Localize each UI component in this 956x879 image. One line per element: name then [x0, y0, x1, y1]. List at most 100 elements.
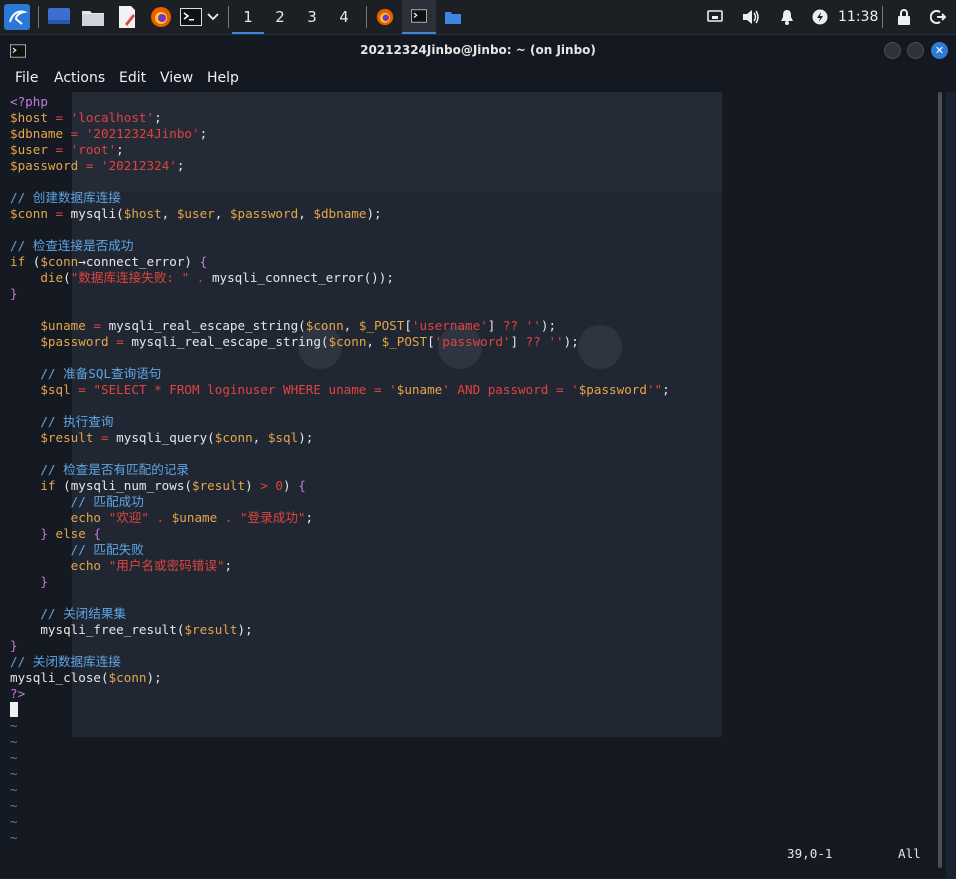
- code-token: $conn: [40, 254, 79, 269]
- scrollbar[interactable]: [936, 92, 944, 872]
- code-token: ??: [525, 334, 541, 349]
- taskbar-separator: [228, 6, 229, 28]
- code-token: ' AND password = ': [442, 382, 579, 397]
- code-token: '': [548, 334, 564, 349]
- taskbar: 1 2 3 4 11:38: [0, 0, 956, 35]
- code-token: '20212324': [101, 158, 177, 173]
- code-token: (: [55, 478, 71, 493]
- code-token: "数据库连接失败: ": [70, 270, 190, 285]
- text-editor-icon[interactable]: [115, 5, 139, 29]
- code-token: );: [563, 334, 579, 349]
- code-token: ): [283, 478, 299, 493]
- power-manager-icon[interactable]: [808, 5, 832, 29]
- code-token: $uname: [40, 318, 86, 333]
- code-line: $result = mysqli_query($conn, $sql);: [10, 430, 670, 446]
- menu-actions[interactable]: Actions: [54, 66, 105, 92]
- code-token: echo: [70, 510, 102, 525]
- firefox-window-icon[interactable]: [373, 5, 397, 29]
- code-token: →connect_error): [78, 254, 200, 269]
- code-token: ??: [502, 318, 519, 333]
- taskbar-separator: [882, 6, 883, 28]
- empty-buffer-line: ~: [10, 798, 18, 813]
- notifications-bell-icon[interactable]: [775, 5, 799, 29]
- code-token: $password: [10, 158, 79, 173]
- code-token: $conn: [305, 318, 344, 333]
- code-token: mysqli_real_escape_string(: [108, 318, 306, 333]
- code-line: }: [10, 286, 670, 302]
- code-token: ,: [252, 430, 268, 445]
- code-token: .: [189, 270, 212, 285]
- menu-edit[interactable]: Edit: [119, 66, 146, 92]
- code-line: // 关闭数据库连接: [10, 654, 670, 670]
- empty-buffer-line: ~: [10, 750, 18, 765]
- code-token: }: [10, 286, 18, 301]
- code-line: $host = 'localhost';: [10, 110, 670, 126]
- code-token: 'username': [411, 318, 488, 333]
- terminal-window-icon[interactable]: [402, 0, 436, 34]
- taskbar-separator: [38, 6, 39, 28]
- code-token: $conn: [108, 670, 147, 685]
- network-icon[interactable]: [703, 5, 727, 29]
- close-button[interactable]: ✕: [931, 42, 948, 59]
- text-cursor: [10, 702, 18, 717]
- empty-buffer-line: ~: [10, 814, 18, 829]
- scrollbar-thumb[interactable]: [938, 92, 942, 868]
- code-token: ;: [176, 158, 185, 173]
- vim-buffer[interactable]: <?php $host = 'localhost'; $dbname = '2021…: [10, 94, 670, 846]
- code-token: );: [237, 622, 253, 637]
- code-token: =: [78, 158, 101, 173]
- code-token: $password: [578, 382, 647, 397]
- menu-help[interactable]: Help: [207, 66, 239, 92]
- window-titlebar[interactable]: 20212324Jinbo@Jinbo: ~ (on Jinbo) ✕: [0, 35, 956, 66]
- code-line: // 创建数据库连接: [10, 190, 670, 206]
- code-token: =: [47, 206, 71, 221]
- code-token: =: [70, 382, 94, 397]
- lock-screen-icon[interactable]: [892, 5, 916, 29]
- maximize-button[interactable]: [907, 42, 924, 59]
- terminal-launcher-icon[interactable]: [180, 5, 202, 29]
- workspace-1[interactable]: 1: [232, 0, 264, 34]
- minimize-button[interactable]: [884, 42, 901, 59]
- code-token: mysqli(: [70, 206, 124, 221]
- code-token: // 准备SQL查询语句: [40, 366, 162, 381]
- folder-window-icon[interactable]: [441, 5, 465, 29]
- workspace-4[interactable]: 4: [328, 0, 360, 34]
- code-token: ;: [224, 558, 233, 573]
- clock[interactable]: 11:38: [838, 0, 878, 34]
- firefox-icon[interactable]: [149, 5, 173, 29]
- menu-view[interactable]: View: [160, 66, 193, 92]
- terminal-viewport[interactable]: <?php $host = 'localhost'; $dbname = '2021…: [0, 92, 946, 878]
- code-token: $_POST: [358, 318, 405, 333]
- logout-icon[interactable]: [926, 5, 950, 29]
- code-token: $host: [10, 110, 48, 125]
- code-token: {: [298, 478, 306, 493]
- chevron-down-icon[interactable]: [204, 5, 222, 29]
- code-token: =: [47, 110, 71, 125]
- code-token: ]: [487, 318, 503, 333]
- menu-file[interactable]: File: [15, 66, 38, 92]
- code-token: ?>: [10, 686, 26, 701]
- volume-icon[interactable]: [739, 5, 763, 29]
- empty-buffer-line: ~: [10, 766, 18, 781]
- kali-menu-icon[interactable]: [4, 4, 30, 30]
- desktop-icon[interactable]: [47, 5, 71, 29]
- code-line: } else {: [10, 526, 670, 542]
- code-token: $conn: [328, 334, 367, 349]
- workspace-3[interactable]: 3: [296, 0, 328, 34]
- file-manager-icon[interactable]: [81, 5, 105, 29]
- code-token: $sql: [40, 382, 71, 397]
- code-token: );: [366, 206, 382, 221]
- menu-bar: File Actions Edit View Help: [0, 66, 956, 92]
- code-token: $dbname: [10, 126, 64, 141]
- workspace-2[interactable]: 2: [264, 0, 296, 34]
